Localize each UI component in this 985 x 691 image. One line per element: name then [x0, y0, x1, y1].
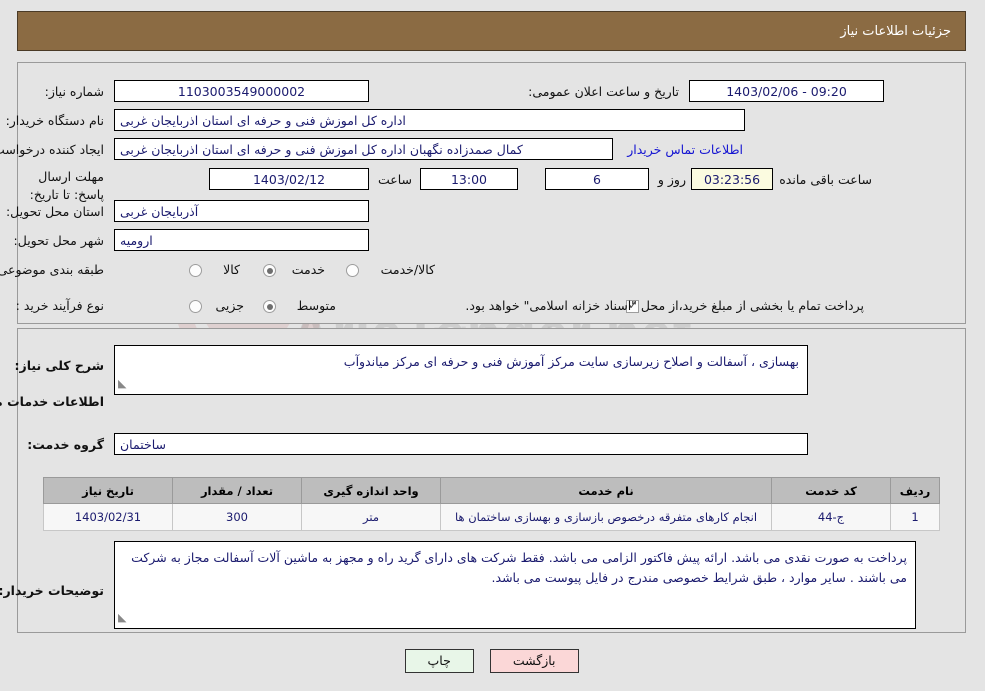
cell-quantity: 300	[173, 503, 303, 531]
services-section-title: اطلاعات خدمات مورد نیاز	[0, 394, 105, 409]
hour-label: ساعت	[378, 172, 413, 187]
buyer-notes-label: توضیحات خریدار:	[0, 583, 105, 598]
process-label: نوع فرآیند خرید :	[16, 298, 105, 313]
category-label-kala: کالا	[224, 262, 241, 277]
service-group-label: گروه خدمت:	[28, 437, 105, 452]
need-number-value: 1103003549000002	[115, 80, 370, 102]
col-header-unit: واحد اندازه گیری	[302, 477, 442, 504]
requester-value: کمال صمدزاده نگهبان اداره کل اموزش فنی و…	[115, 138, 614, 160]
category-label: طبقه بندی موضوعی:	[0, 262, 105, 277]
deadline-label: مهلت ارسال پاسخ: تا تاریخ:	[30, 169, 105, 203]
col-header-quantity: تعداد / مقدار	[173, 477, 303, 504]
col-header-name: نام خدمت	[441, 477, 773, 504]
province-label: استان محل تحویل:	[6, 204, 105, 219]
category-radio-kala-khedmat[interactable]	[347, 264, 360, 277]
col-header-row: ردیف	[891, 477, 941, 504]
general-desc-textarea[interactable]: بهسازی ، آسفالت و اصلاح زیرسازی سایت مرک…	[115, 345, 809, 395]
print-button[interactable]: چاپ	[405, 649, 475, 673]
cell-name: انجام کارهای متفرقه درخصوص بازسازی و بهس…	[441, 503, 773, 531]
category-radio-khedmat[interactable]	[264, 264, 277, 277]
table-row: 1 ج-44 انجام کارهای متفرقه درخصوص بازساز…	[44, 503, 941, 531]
col-header-need-date: تاریخ نیاز	[44, 477, 174, 504]
remaining-label: ساعت باقی مانده	[780, 172, 873, 187]
process-radio-motavasset[interactable]	[264, 300, 277, 313]
service-group-value: ساختمان	[115, 433, 809, 455]
process-label-motavasset: متوسط	[297, 298, 337, 313]
need-number-label: شماره نیاز:	[45, 84, 105, 99]
public-announce-label: تاریخ و ساعت اعلان عمومی:	[529, 84, 680, 99]
cell-unit: متر	[302, 503, 442, 531]
general-desc-value: بهسازی ، آسفالت و اصلاح زیرسازی سایت مرک…	[344, 354, 800, 369]
category-label-khedmat: خدمت	[292, 262, 326, 277]
buyer-notes-value: پرداخت به صورت نقدی می باشد. ارائه پیش ف…	[132, 550, 908, 585]
action-button-row: بازگشت چاپ	[0, 649, 985, 673]
services-table: ردیف کد خدمت نام خدمت واحد اندازه گیری ت…	[44, 477, 941, 531]
process-radio-jozei[interactable]	[190, 300, 203, 313]
category-radio-kala[interactable]	[190, 264, 203, 277]
col-header-code: کد خدمت	[772, 477, 892, 504]
deadline-time-value: 13:00	[421, 168, 519, 190]
cell-row: 1	[891, 503, 941, 531]
city-value: ارومیه	[115, 229, 370, 251]
category-label-kala-khedmat: کالا/خدمت	[381, 262, 436, 277]
page-title-bar: جزئیات اطلاعات نیاز	[18, 11, 967, 51]
buyer-contact-link[interactable]: اطلاعات تماس خریدار	[628, 142, 744, 157]
table-header-row: ردیف کد خدمت نام خدمت واحد اندازه گیری ت…	[44, 477, 941, 504]
back-button[interactable]: بازگشت	[490, 649, 580, 673]
buyer-notes-textarea[interactable]: پرداخت به صورت نقدی می باشد. ارائه پیش ف…	[115, 541, 917, 629]
buyer-org-label: نام دستگاه خریدار:	[6, 113, 105, 128]
process-label-jozei: جزیی	[216, 298, 245, 313]
countdown-timer: 03:23:56	[692, 168, 774, 190]
buyer-org-value: اداره کل اموزش فنی و حرفه ای استان اذربا…	[115, 109, 746, 131]
deadline-date-value: 1403/02/12	[210, 168, 370, 190]
cell-code: ج-44	[772, 503, 892, 531]
province-value: آذربایجان غربی	[115, 200, 370, 222]
general-desc-label: شرح کلی نیاز:	[15, 358, 105, 373]
remaining-days-value: 6	[546, 168, 650, 190]
page-title: جزئیات اطلاعات نیاز	[841, 23, 952, 39]
cell-need-date: 1403/02/31	[44, 503, 174, 531]
resize-grip-icon[interactable]: ◢	[119, 375, 127, 393]
city-label: شهر محل تحویل:	[14, 233, 105, 248]
services-table-wrapper: ردیف کد خدمت نام خدمت واحد اندازه گیری ت…	[44, 477, 941, 531]
resize-grip-icon-notes[interactable]: ◢	[119, 609, 127, 627]
requester-label: ایجاد کننده درخواست:	[0, 142, 105, 157]
treasury-bonds-text: پرداخت تمام یا بخشی از مبلغ خرید،از محل …	[466, 298, 865, 313]
public-announce-value: 09:20 - 1403/02/06	[690, 80, 885, 102]
days-label: روز و	[658, 172, 687, 187]
